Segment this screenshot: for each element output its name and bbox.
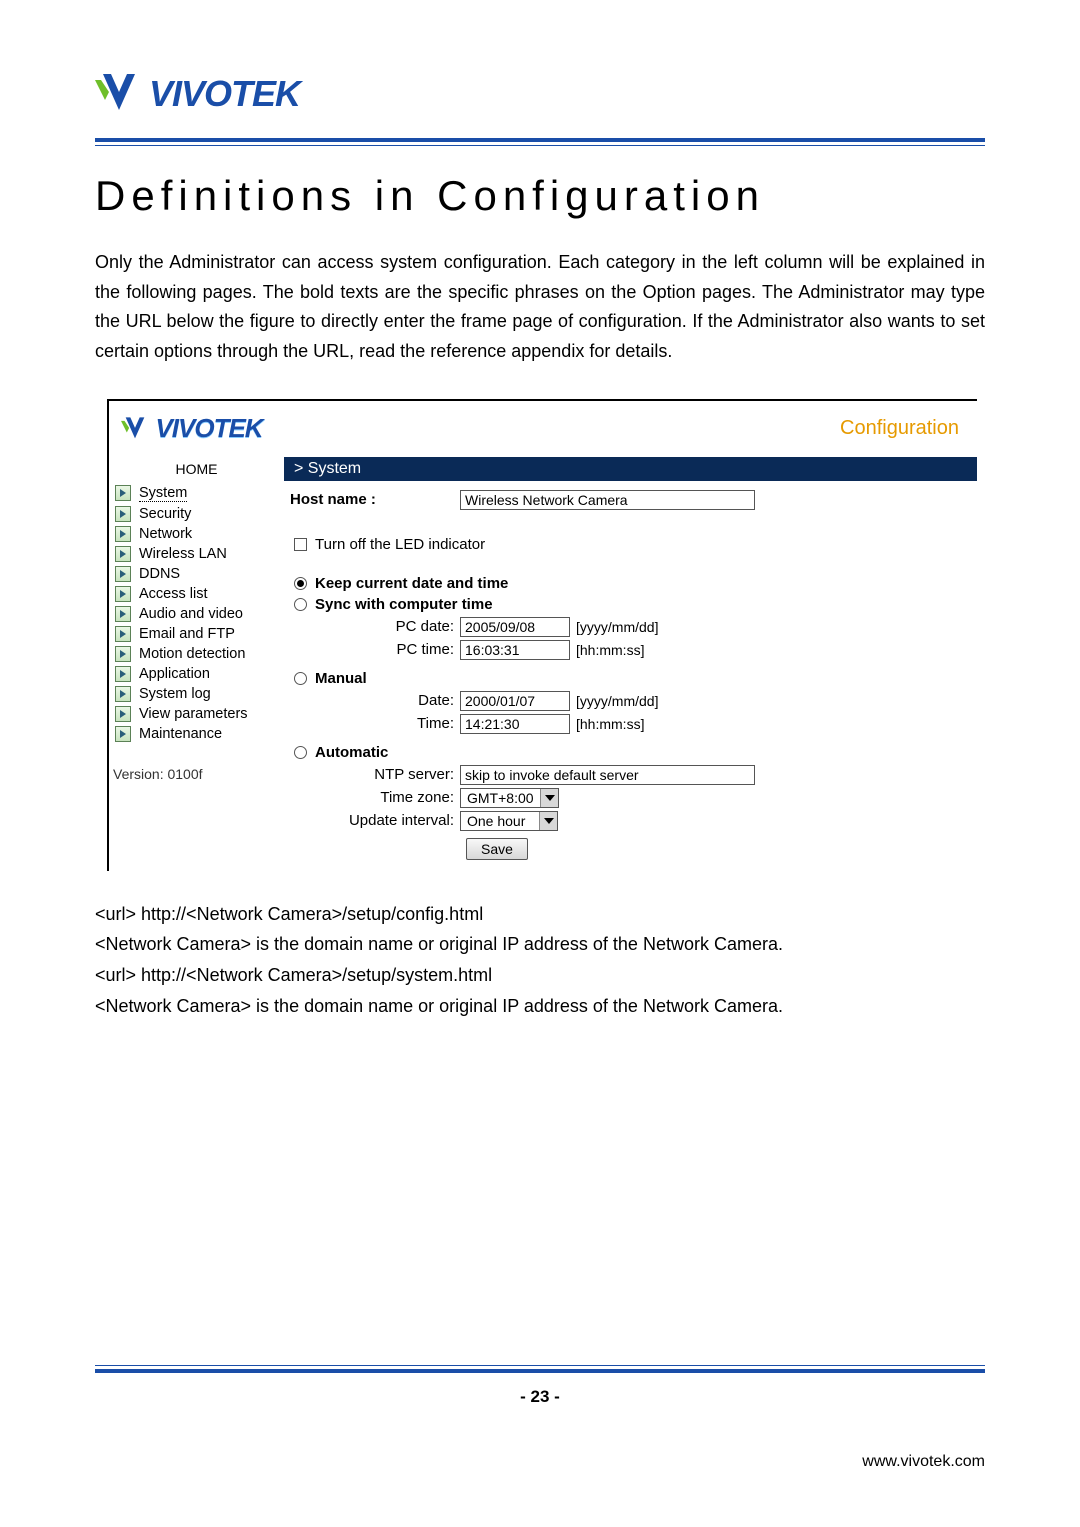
sidebar-item-security[interactable]: Security	[109, 504, 284, 524]
manual-date-hint: [yyyy/mm/dd]	[576, 693, 658, 709]
arrow-right-icon	[115, 586, 131, 602]
sidebar-item-label: System	[139, 485, 187, 502]
sidebar-item-label: Security	[139, 506, 191, 522]
radio-sync-computer[interactable]	[294, 598, 307, 611]
manual-time-label: Time:	[290, 715, 460, 732]
sidebar: HOME System Security Network	[109, 457, 284, 871]
main-panel: > System Host name : Turn off the LED in…	[284, 457, 977, 871]
arrow-right-icon	[115, 526, 131, 542]
tz-select[interactable]: GMT+8:00	[460, 788, 559, 808]
sidebar-item-system[interactable]: System	[109, 483, 284, 504]
radio-keep-current[interactable]	[294, 577, 307, 590]
arrow-right-icon	[115, 686, 131, 702]
manual-date-label: Date:	[290, 692, 460, 709]
sidebar-item-maintenance[interactable]: Maintenance	[109, 724, 284, 744]
arrow-right-icon	[115, 666, 131, 682]
sidebar-item-label: System log	[139, 686, 211, 702]
note-line: <url> http://<Network Camera>/setup/conf…	[95, 899, 985, 930]
pcdate-hint: [yyyy/mm/dd]	[576, 619, 658, 635]
upd-value: One hour	[461, 813, 539, 829]
page-title: Definitions in Configuration	[95, 172, 985, 220]
arrow-right-icon	[115, 646, 131, 662]
upd-select[interactable]: One hour	[460, 811, 558, 831]
radio-keep-label: Keep current date and time	[315, 575, 508, 592]
arrow-right-icon	[115, 626, 131, 642]
sidebar-item-label: Access list	[139, 586, 208, 602]
sidebar-item-application[interactable]: Application	[109, 664, 284, 684]
sidebar-item-network[interactable]: Network	[109, 524, 284, 544]
site-url: www.vivotek.com	[862, 1453, 985, 1471]
radio-sync-label: Sync with computer time	[315, 596, 493, 613]
radio-manual-label: Manual	[315, 670, 367, 687]
intro-paragraph: Only the Administrator can access system…	[95, 248, 985, 367]
shot-logo-text: VIVOTEK	[155, 413, 262, 443]
radio-manual[interactable]	[294, 672, 307, 685]
config-screenshot: VIVOTEK Configuration HOME System Securi…	[107, 399, 977, 871]
logo-text: VIVOTEK	[149, 73, 300, 115]
sidebar-item-label: View parameters	[139, 706, 248, 722]
version-label: Version: 0100f	[109, 744, 284, 782]
sidebar-item-motion-detection[interactable]: Motion detection	[109, 644, 284, 664]
note-line: <url> http://<Network Camera>/setup/syst…	[95, 960, 985, 991]
sidebar-item-email-ftp[interactable]: Email and FTP	[109, 624, 284, 644]
ntp-label: NTP server:	[290, 766, 460, 783]
sidebar-item-label: Network	[139, 526, 192, 542]
arrow-right-icon	[115, 726, 131, 742]
arrow-right-icon	[115, 706, 131, 722]
hostname-label: Host name :	[290, 491, 460, 508]
sidebar-item-system-log[interactable]: System log	[109, 684, 284, 704]
page-number: - 23 -	[95, 1387, 985, 1407]
footer-rule	[95, 1365, 985, 1373]
chevron-down-icon	[540, 789, 558, 807]
sidebar-item-label: Maintenance	[139, 726, 222, 742]
logo-mark-icon	[95, 70, 143, 118]
upd-label: Update interval:	[290, 812, 460, 829]
sidebar-item-label: DDNS	[139, 566, 180, 582]
sidebar-item-audio-video[interactable]: Audio and video	[109, 604, 284, 624]
shot-logo: VIVOTEK	[121, 413, 263, 444]
sidebar-item-label: Email and FTP	[139, 626, 235, 642]
sidebar-item-label: Application	[139, 666, 210, 682]
sidebar-item-label: Wireless LAN	[139, 546, 227, 562]
config-heading: Configuration	[840, 417, 959, 440]
arrow-right-icon	[115, 546, 131, 562]
led-checkbox[interactable]	[294, 538, 307, 551]
manual-date-input[interactable]	[460, 691, 570, 711]
ntp-input[interactable]	[460, 765, 755, 785]
sidebar-item-wireless-lan[interactable]: Wireless LAN	[109, 544, 284, 564]
sidebar-item-access-list[interactable]: Access list	[109, 584, 284, 604]
home-link[interactable]: HOME	[109, 457, 284, 483]
manual-time-hint: [hh:mm:ss]	[576, 716, 644, 732]
arrow-right-icon	[115, 506, 131, 522]
tz-label: Time zone:	[290, 789, 460, 806]
sidebar-item-label: Audio and video	[139, 606, 243, 622]
section-title: > System	[284, 457, 977, 481]
save-button[interactable]: Save	[466, 838, 528, 860]
pctime-hint: [hh:mm:ss]	[576, 642, 644, 658]
arrow-right-icon	[115, 606, 131, 622]
pctime-label: PC time:	[290, 641, 460, 658]
note-line: <Network Camera> is the domain name or o…	[95, 991, 985, 1022]
brand-logo: VIVOTEK	[95, 70, 985, 118]
sidebar-item-ddns[interactable]: DDNS	[109, 564, 284, 584]
tz-value: GMT+8:00	[461, 790, 540, 806]
arrow-right-icon	[115, 566, 131, 582]
pctime-input[interactable]	[460, 640, 570, 660]
pcdate-label: PC date:	[290, 618, 460, 635]
led-label: Turn off the LED indicator	[315, 536, 485, 553]
arrow-right-icon	[115, 485, 131, 501]
note-line: <Network Camera> is the domain name or o…	[95, 929, 985, 960]
header-rule	[95, 138, 985, 146]
url-notes: <url> http://<Network Camera>/setup/conf…	[95, 899, 985, 1021]
shot-logo-mark-icon	[121, 415, 149, 443]
radio-automatic[interactable]	[294, 746, 307, 759]
radio-automatic-label: Automatic	[315, 744, 388, 761]
sidebar-item-view-parameters[interactable]: View parameters	[109, 704, 284, 724]
hostname-input[interactable]	[460, 490, 755, 510]
manual-time-input[interactable]	[460, 714, 570, 734]
sidebar-item-label: Motion detection	[139, 646, 245, 662]
chevron-down-icon	[539, 812, 557, 830]
pcdate-input[interactable]	[460, 617, 570, 637]
